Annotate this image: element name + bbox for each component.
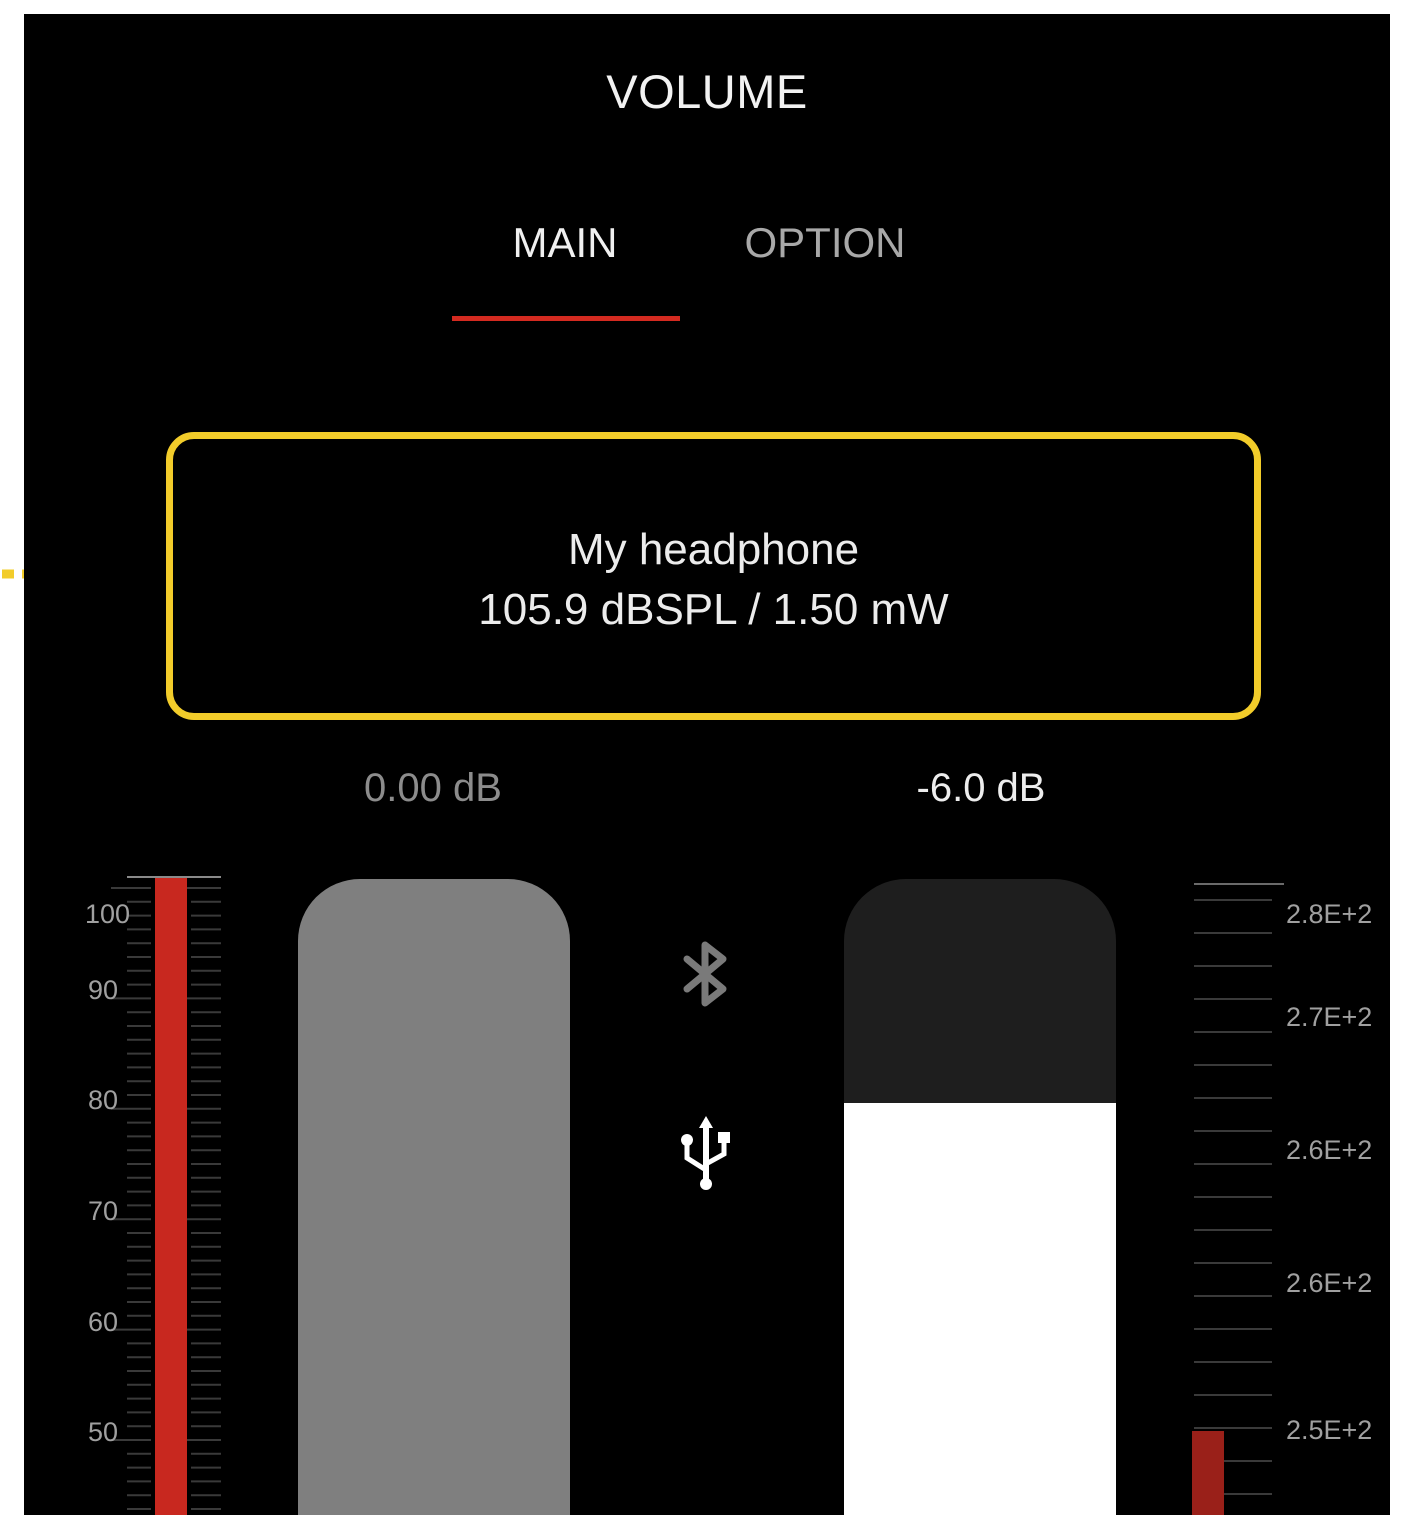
meter-tick-label: 70: [87, 1196, 118, 1226]
meter-tick-label: 2.5E+2: [1286, 1415, 1373, 1445]
meter-tick-label: 90: [87, 975, 118, 1005]
active-tab-indicator: [452, 316, 680, 321]
meter-tick-label: 2.6E+2: [1286, 1268, 1373, 1298]
volume-screen: VOLUME MAIN OPTION My headphone 105.9 dB…: [24, 14, 1390, 1515]
right-meter-bar: [1192, 1431, 1224, 1515]
usb-icon[interactable]: [678, 1114, 734, 1194]
tab-main[interactable]: MAIN: [454, 219, 676, 267]
page-title: VOLUME: [606, 65, 808, 118]
right-volume-fader[interactable]: [844, 879, 1116, 1515]
meter-tick-label: 60: [87, 1307, 118, 1337]
bluetooth-icon[interactable]: [679, 939, 733, 1009]
left-fader-value: 0.00 dB: [364, 766, 502, 810]
meter-tick-label: 50: [87, 1417, 118, 1447]
device-info-card: My headphone 105.9 dBSPL / 1.50 mW: [166, 432, 1261, 720]
meter-tick-label: 2.8E+2: [1286, 899, 1373, 929]
left-level-meter: [111, 876, 221, 1515]
right-fader-fill: [844, 1103, 1116, 1515]
meter-tick-label: 2.7E+2: [1286, 1002, 1373, 1032]
right-fader-value: -6.0 dB: [916, 766, 1046, 810]
device-name: My headphone: [567, 525, 860, 574]
meter-tick-label: 100: [84, 899, 130, 929]
left-volume-fader[interactable]: [298, 879, 570, 1515]
left-meter-bar: [155, 878, 187, 1515]
device-spec: 105.9 dBSPL / 1.50 mW: [478, 585, 949, 634]
meter-tick-label: 2.6E+2: [1286, 1135, 1373, 1165]
meter-tick-label: 80: [87, 1085, 118, 1115]
tab-option[interactable]: OPTION: [714, 219, 936, 267]
